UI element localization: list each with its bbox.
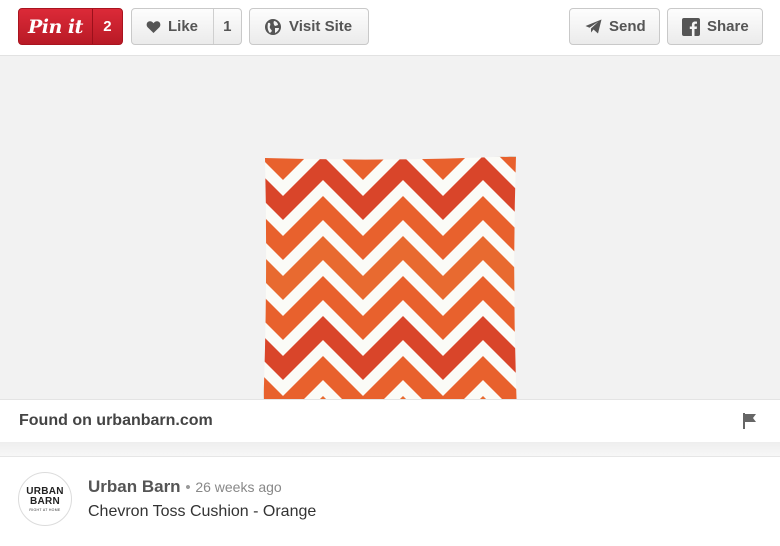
source-bar: Found on urbanbarn.com <box>0 399 780 443</box>
action-toolbar: Pin it 2 Like 1 Visit Site Send Share <box>0 0 780 56</box>
share-label: Share <box>707 18 749 35</box>
share-button[interactable]: Share <box>667 8 763 45</box>
pin-it-button[interactable]: Pin it 2 <box>18 8 123 45</box>
avatar[interactable]: URBAN BARN RIGHT AT HOME <box>18 472 72 526</box>
pin-description: Chevron Toss Cushion - Orange <box>88 503 317 520</box>
like-count: 1 <box>212 9 241 44</box>
world-icon <box>264 18 282 36</box>
facebook-icon <box>682 17 700 36</box>
send-label: Send <box>609 18 646 35</box>
pinner-section: URBAN BARN RIGHT AT HOME Urban Barn • 26… <box>0 456 780 546</box>
pinner-info: Urban Barn • 26 weeks ago <box>88 477 282 497</box>
chevron-pillow-image[interactable] <box>263 156 518 412</box>
paper-plane-icon <box>585 19 602 34</box>
pinner-name[interactable]: Urban Barn <box>88 477 181 496</box>
heart-icon <box>146 20 161 34</box>
separator-dot: • <box>185 479 191 496</box>
like-label: Like <box>168 18 199 35</box>
avatar-text-line2: BARN <box>29 495 61 507</box>
avatar-text-line1: URBAN <box>26 485 64 497</box>
source-link[interactable]: Found on urbanbarn.com <box>19 412 213 430</box>
like-button[interactable]: Like 1 <box>131 8 242 45</box>
visit-site-label: Visit Site <box>289 18 353 35</box>
like-main[interactable]: Like <box>132 18 213 35</box>
avatar-text-line3: RIGHT AT HOME <box>29 507 61 512</box>
send-button[interactable]: Send <box>569 8 660 45</box>
pin-it-label: Pin it <box>27 15 83 38</box>
pin-count: 2 <box>91 9 122 44</box>
pin-image-area <box>0 56 780 412</box>
flag-icon[interactable] <box>743 413 757 434</box>
visit-site-button[interactable]: Visit Site <box>249 8 369 45</box>
pin-timestamp: 26 weeks ago <box>195 479 282 495</box>
divider <box>0 442 780 456</box>
